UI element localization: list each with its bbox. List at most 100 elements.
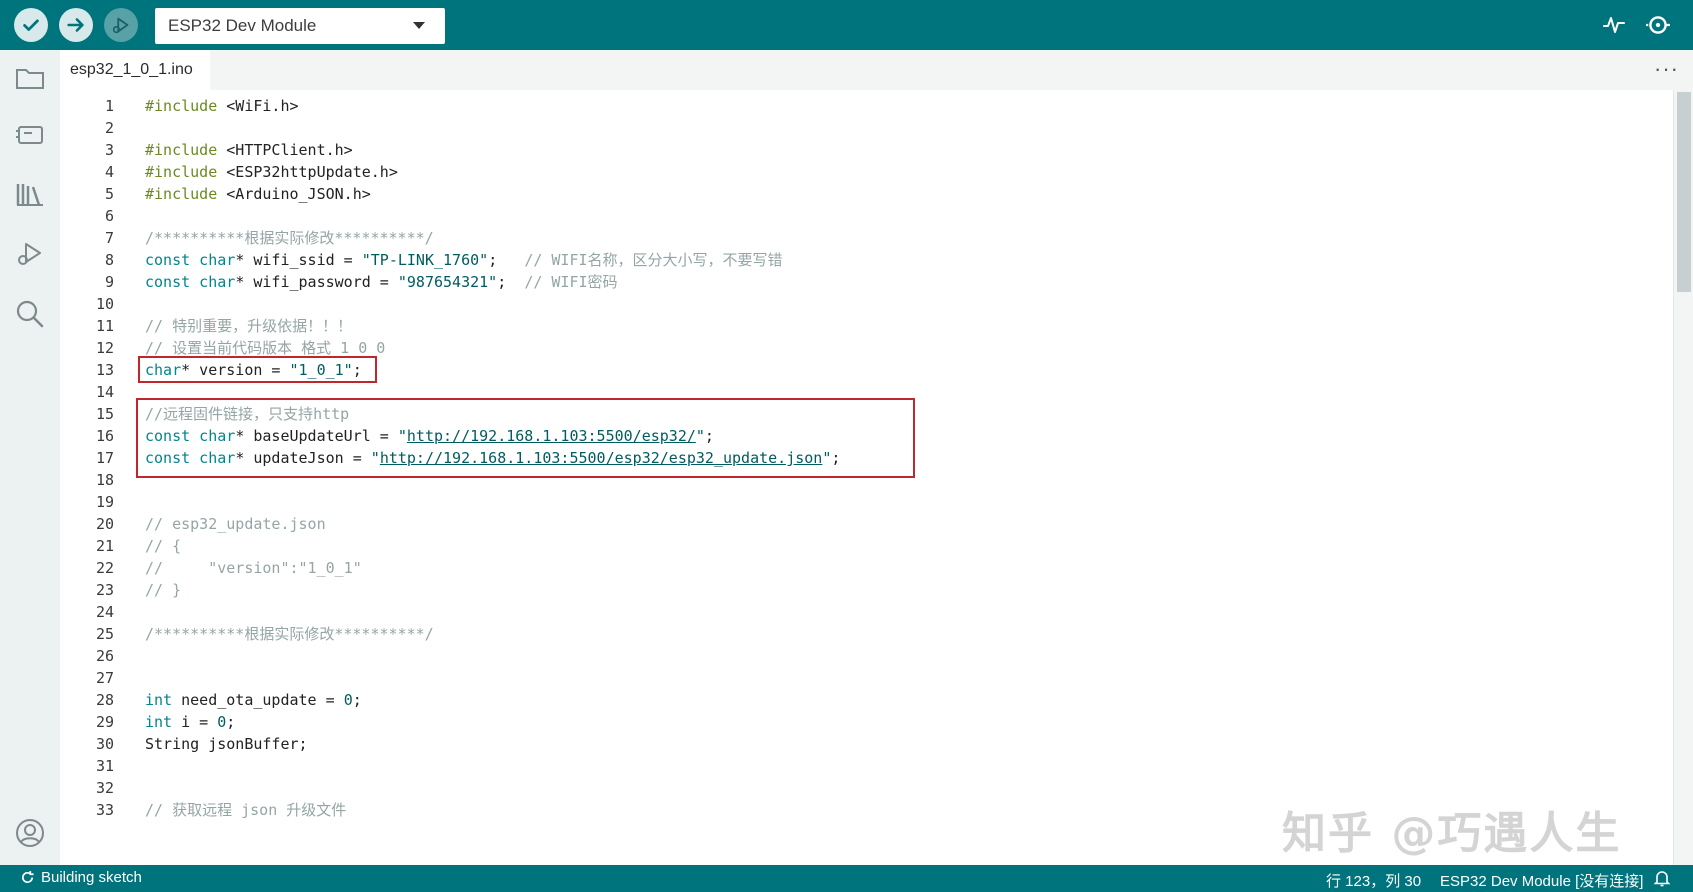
line-number: 7 bbox=[104, 229, 114, 247]
code-line[interactable]: 26 bbox=[60, 644, 1673, 668]
verify-button[interactable] bbox=[14, 8, 48, 42]
line-number: 11 bbox=[95, 317, 114, 335]
code-token: // "version":"1_0_1" bbox=[145, 559, 362, 577]
code-text: // esp32_update.json bbox=[145, 512, 326, 536]
line-number: 15 bbox=[95, 405, 114, 423]
line-number: 28 bbox=[95, 691, 114, 709]
line-number: 27 bbox=[95, 669, 114, 687]
code-text: // 特别重要，升级依据！！！ bbox=[145, 314, 352, 338]
scroll-thumb[interactable] bbox=[1677, 92, 1691, 292]
code-token: "987654321" bbox=[397, 273, 498, 291]
code-token: #include bbox=[145, 163, 218, 181]
more-options-button[interactable]: ··· bbox=[1654, 56, 1679, 82]
watermark: 知乎 @巧遇人生 bbox=[1282, 808, 1622, 859]
code-line[interactable]: 11 // 特别重要，升级依据！！！ bbox=[60, 314, 1673, 338]
line-number: 9 bbox=[104, 273, 114, 291]
code-line[interactable]: 20 // esp32_update.json bbox=[60, 512, 1673, 536]
code-token: need_ota_update = bbox=[172, 691, 344, 709]
editor-scrollbar[interactable] bbox=[1673, 90, 1693, 865]
code-line[interactable]: 6 bbox=[60, 204, 1673, 228]
line-number: 8 bbox=[104, 251, 114, 269]
code-token: ; bbox=[497, 273, 525, 291]
code-line[interactable]: 21 // { bbox=[60, 534, 1673, 558]
code-text: #include <Arduino_JSON.h> bbox=[145, 182, 371, 206]
build-status-text: Building sketch bbox=[41, 869, 142, 886]
code-line[interactable]: 19 bbox=[60, 490, 1673, 514]
serial-monitor-button[interactable] bbox=[1644, 11, 1672, 39]
code-line[interactable]: 29 int i = 0; bbox=[60, 710, 1673, 734]
debug-icon bbox=[18, 243, 41, 265]
code-line[interactable]: 22 // "version":"1_0_1" bbox=[60, 556, 1673, 580]
code-line[interactable]: 7 /**********根据实际修改**********/ bbox=[60, 226, 1673, 250]
code-token: 0 bbox=[217, 713, 227, 731]
code-line[interactable]: 25 /**********根据实际修改**********/ bbox=[60, 622, 1673, 646]
code-token: <ESP32httpUpdate.h> bbox=[217, 163, 398, 181]
sketchbook-button[interactable] bbox=[12, 60, 48, 96]
code-line[interactable]: 10 bbox=[60, 292, 1673, 316]
code-line[interactable]: 28 int need_ota_update = 0; bbox=[60, 688, 1673, 712]
build-status: Building sketch bbox=[20, 869, 142, 886]
code-text: const char* wifi_password = "987654321";… bbox=[145, 270, 618, 294]
line-number: 13 bbox=[95, 361, 114, 379]
code-text: // 获取远程 json 升级文件 bbox=[145, 798, 346, 822]
search-button[interactable] bbox=[12, 296, 48, 332]
code-token: * wifi_password = bbox=[235, 273, 398, 291]
code-token: <WiFi.h> bbox=[217, 97, 299, 115]
tab-label: esp32_1_0_1.ino bbox=[70, 61, 193, 78]
line-number: 31 bbox=[95, 757, 114, 775]
checkmark-icon bbox=[23, 19, 39, 31]
code-token: // { bbox=[145, 537, 182, 555]
code-line[interactable]: 9 const char* wifi_password = "987654321"… bbox=[60, 270, 1673, 294]
code-line[interactable]: 4 #include <ESP32httpUpdate.h> bbox=[60, 160, 1673, 184]
serial-plotter-icon bbox=[1603, 17, 1625, 33]
code-line[interactable]: 5 #include <Arduino_JSON.h> bbox=[60, 182, 1673, 206]
user-icon bbox=[16, 819, 44, 847]
tab-esp32-sketch[interactable]: esp32_1_0_1.ino bbox=[60, 50, 210, 90]
code-line[interactable]: 24 bbox=[60, 600, 1673, 624]
highlight-version-box bbox=[138, 356, 377, 383]
status-bar: Building sketch 行 123，列 30 ESP32 Dev Mod… bbox=[0, 865, 1693, 892]
code-token: // 特别重要，升级依据！！！ bbox=[145, 317, 353, 335]
code-line[interactable]: 8 const char* wifi_ssid = "TP-LINK_1760";… bbox=[60, 248, 1673, 272]
code-text: #include <WiFi.h> bbox=[145, 94, 299, 118]
serial-plotter-button[interactable] bbox=[1600, 11, 1628, 39]
code-token: ; bbox=[226, 713, 236, 731]
line-number: 26 bbox=[95, 647, 114, 665]
code-text: String jsonBuffer; bbox=[145, 732, 308, 756]
code-line[interactable]: 3 #include <HTTPClient.h> bbox=[60, 138, 1673, 162]
code-line[interactable]: 2 bbox=[60, 116, 1673, 140]
library-manager-button[interactable] bbox=[12, 176, 48, 212]
serial-monitor-icon bbox=[1646, 16, 1670, 34]
line-number: 5 bbox=[104, 185, 114, 203]
toolbar: ESP32 Dev Module bbox=[0, 0, 1693, 50]
debug-button[interactable] bbox=[104, 8, 138, 42]
line-number: 18 bbox=[95, 471, 114, 489]
line-number: 14 bbox=[95, 383, 114, 401]
code-token: <Arduino_JSON.h> bbox=[217, 185, 371, 203]
code-line[interactable]: 27 bbox=[60, 666, 1673, 690]
sidebar bbox=[0, 50, 60, 865]
code-editor[interactable]: 1 #include <WiFi.h> 2 3 #include <HTTPClient… bbox=[60, 90, 1673, 865]
account-button[interactable] bbox=[12, 815, 48, 851]
line-number: 24 bbox=[95, 603, 114, 621]
line-number: 6 bbox=[104, 207, 114, 225]
board-selector[interactable]: ESP32 Dev Module bbox=[155, 8, 445, 44]
code-line[interactable]: 30 String jsonBuffer; bbox=[60, 732, 1673, 756]
code-line[interactable]: 23 // } bbox=[60, 578, 1673, 602]
code-token: String jsonBuffer; bbox=[145, 735, 308, 753]
sync-icon bbox=[21, 870, 34, 884]
line-number: 30 bbox=[95, 735, 114, 753]
code-line[interactable]: 1 #include <WiFi.h> bbox=[60, 94, 1673, 118]
boards-manager-button[interactable] bbox=[12, 116, 48, 152]
code-token: const char bbox=[145, 251, 236, 269]
code-line[interactable]: 31 bbox=[60, 754, 1673, 778]
line-number: 23 bbox=[95, 581, 114, 599]
code-token: // 获取远程 json 升级文件 bbox=[145, 801, 347, 819]
upload-button[interactable] bbox=[59, 8, 93, 42]
highlight-url-box bbox=[136, 398, 915, 478]
code-token: #include bbox=[145, 185, 218, 203]
code-text: #include <ESP32httpUpdate.h> bbox=[145, 160, 398, 184]
debug-panel-button[interactable] bbox=[12, 236, 48, 272]
code-token: i = bbox=[172, 713, 218, 731]
bell-icon[interactable] bbox=[1652, 868, 1672, 888]
